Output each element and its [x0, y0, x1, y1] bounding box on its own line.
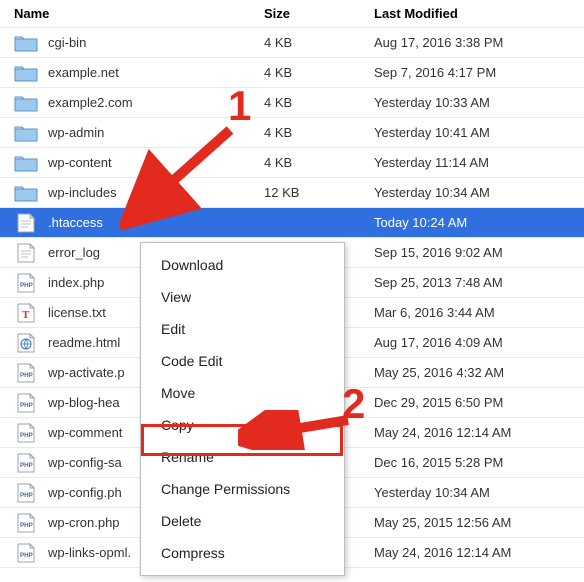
context-menu-item[interactable]: Compress: [141, 537, 344, 569]
col-header-size[interactable]: Size: [264, 6, 374, 21]
file-name: wp-activate.p: [48, 365, 125, 380]
php-file-icon: PHP: [14, 273, 38, 293]
file-row[interactable]: example.net 4 KBSep 7, 2016 4:17 PM: [0, 58, 584, 88]
file-name: index.php: [48, 275, 104, 290]
cell-date: Yesterday 10:34 AM: [374, 185, 582, 200]
cell-name: example2.com: [14, 93, 264, 113]
html-file-icon: [14, 333, 38, 353]
cell-date: Aug 17, 2016 4:09 AM: [374, 335, 582, 350]
cell-date: Yesterday 10:33 AM: [374, 95, 582, 110]
text-file-icon: T: [14, 303, 38, 323]
cell-date: Sep 25, 2013 7:48 AM: [374, 275, 582, 290]
folder-icon: [14, 33, 38, 53]
php-file-icon: PHP: [14, 483, 38, 503]
context-menu-item[interactable]: Download: [141, 249, 344, 281]
cell-date: May 24, 2016 12:14 AM: [374, 425, 582, 440]
file-name: wp-cron.php: [48, 515, 120, 530]
col-header-date[interactable]: Last Modified: [374, 6, 582, 21]
folder-icon: [14, 153, 38, 173]
file-name: example2.com: [48, 95, 133, 110]
file-name: wp-config.ph: [48, 485, 122, 500]
cell-size: 4 KB: [264, 155, 374, 170]
svg-text:T: T: [22, 309, 30, 321]
cell-date: Dec 29, 2015 6:50 PM: [374, 395, 582, 410]
cell-date: Sep 7, 2016 4:17 PM: [374, 65, 582, 80]
file-name: cgi-bin: [48, 35, 86, 50]
cell-name: cgi-bin: [14, 33, 264, 53]
php-file-icon: PHP: [14, 423, 38, 443]
php-file-icon: PHP: [14, 393, 38, 413]
header-row: Name Size Last Modified: [0, 0, 584, 28]
cell-name: example.net: [14, 63, 264, 83]
file-row[interactable]: wp-content 4 KBYesterday 11:14 AM: [0, 148, 584, 178]
cell-size: 12 KB: [264, 185, 374, 200]
context-menu-item[interactable]: Edit: [141, 313, 344, 345]
svg-text:PHP: PHP: [20, 492, 33, 499]
svg-text:PHP: PHP: [20, 402, 33, 409]
folder-icon: [14, 63, 38, 83]
context-menu-item[interactable]: Change Permissions: [141, 473, 344, 505]
context-menu-item[interactable]: Move: [141, 377, 344, 409]
cell-name: .htaccess: [14, 213, 264, 233]
cell-size: 4 KB: [264, 65, 374, 80]
file-name: license.txt: [48, 305, 106, 320]
context-menu-item[interactable]: Rename: [141, 441, 344, 473]
file-name: wp-config-sa: [48, 455, 122, 470]
context-menu-item[interactable]: View: [141, 281, 344, 313]
cell-date: Today 10:24 AM: [374, 215, 582, 230]
file-row[interactable]: example2.com 4 KBYesterday 10:33 AM: [0, 88, 584, 118]
file-name: readme.html: [48, 335, 120, 350]
file-name: wp-includes: [48, 185, 117, 200]
context-menu-item[interactable]: Code Edit: [141, 345, 344, 377]
file-icon: [14, 213, 38, 233]
file-name: .htaccess: [48, 215, 103, 230]
cell-date: Sep 15, 2016 9:02 AM: [374, 245, 582, 260]
cell-date: Yesterday 10:41 AM: [374, 125, 582, 140]
file-name: error_log: [48, 245, 100, 260]
cell-date: Dec 16, 2015 5:28 PM: [374, 455, 582, 470]
svg-text:PHP: PHP: [20, 432, 33, 439]
file-name: wp-content: [48, 155, 112, 170]
cell-name: wp-includes: [14, 183, 264, 203]
file-name: wp-blog-hea: [48, 395, 120, 410]
cell-size: 4 KB: [264, 95, 374, 110]
folder-icon: [14, 123, 38, 143]
context-menu-item[interactable]: Copy: [141, 409, 344, 441]
cell-name: wp-content: [14, 153, 264, 173]
cell-date: May 25, 2015 12:56 AM: [374, 515, 582, 530]
file-row[interactable]: wp-includes 12 KBYesterday 10:34 AM: [0, 178, 584, 208]
php-file-icon: PHP: [14, 543, 38, 563]
file-row[interactable]: .htaccess Today 10:24 AM: [0, 208, 584, 238]
svg-text:PHP: PHP: [20, 522, 33, 529]
svg-text:PHP: PHP: [20, 372, 33, 379]
context-menu-item[interactable]: Delete: [141, 505, 344, 537]
cell-size: 4 KB: [264, 125, 374, 140]
svg-text:PHP: PHP: [20, 462, 33, 469]
cell-date: Mar 6, 2016 3:44 AM: [374, 305, 582, 320]
php-file-icon: PHP: [14, 513, 38, 533]
php-file-icon: PHP: [14, 453, 38, 473]
folder-icon: [14, 93, 38, 113]
cell-date: May 25, 2016 4:32 AM: [374, 365, 582, 380]
file-row[interactable]: wp-admin 4 KBYesterday 10:41 AM: [0, 118, 584, 148]
cell-name: wp-admin: [14, 123, 264, 143]
cell-size: 4 KB: [264, 35, 374, 50]
svg-text:PHP: PHP: [20, 552, 33, 559]
cell-date: Yesterday 11:14 AM: [374, 155, 582, 170]
file-name: wp-comment: [48, 425, 122, 440]
file-name: example.net: [48, 65, 119, 80]
folder-icon: [14, 183, 38, 203]
file-row[interactable]: cgi-bin 4 KBAug 17, 2016 3:38 PM: [0, 28, 584, 58]
cell-date: Yesterday 10:34 AM: [374, 485, 582, 500]
context-menu: DownloadViewEditCode EditMoveCopyRenameC…: [140, 242, 345, 576]
cell-date: May 24, 2016 12:14 AM: [374, 545, 582, 560]
file-name: wp-admin: [48, 125, 104, 140]
file-name: wp-links-opml.: [48, 545, 131, 560]
cell-date: Aug 17, 2016 3:38 PM: [374, 35, 582, 50]
file-icon: [14, 243, 38, 263]
php-file-icon: PHP: [14, 363, 38, 383]
svg-text:PHP: PHP: [20, 282, 33, 289]
col-header-name[interactable]: Name: [14, 6, 264, 21]
